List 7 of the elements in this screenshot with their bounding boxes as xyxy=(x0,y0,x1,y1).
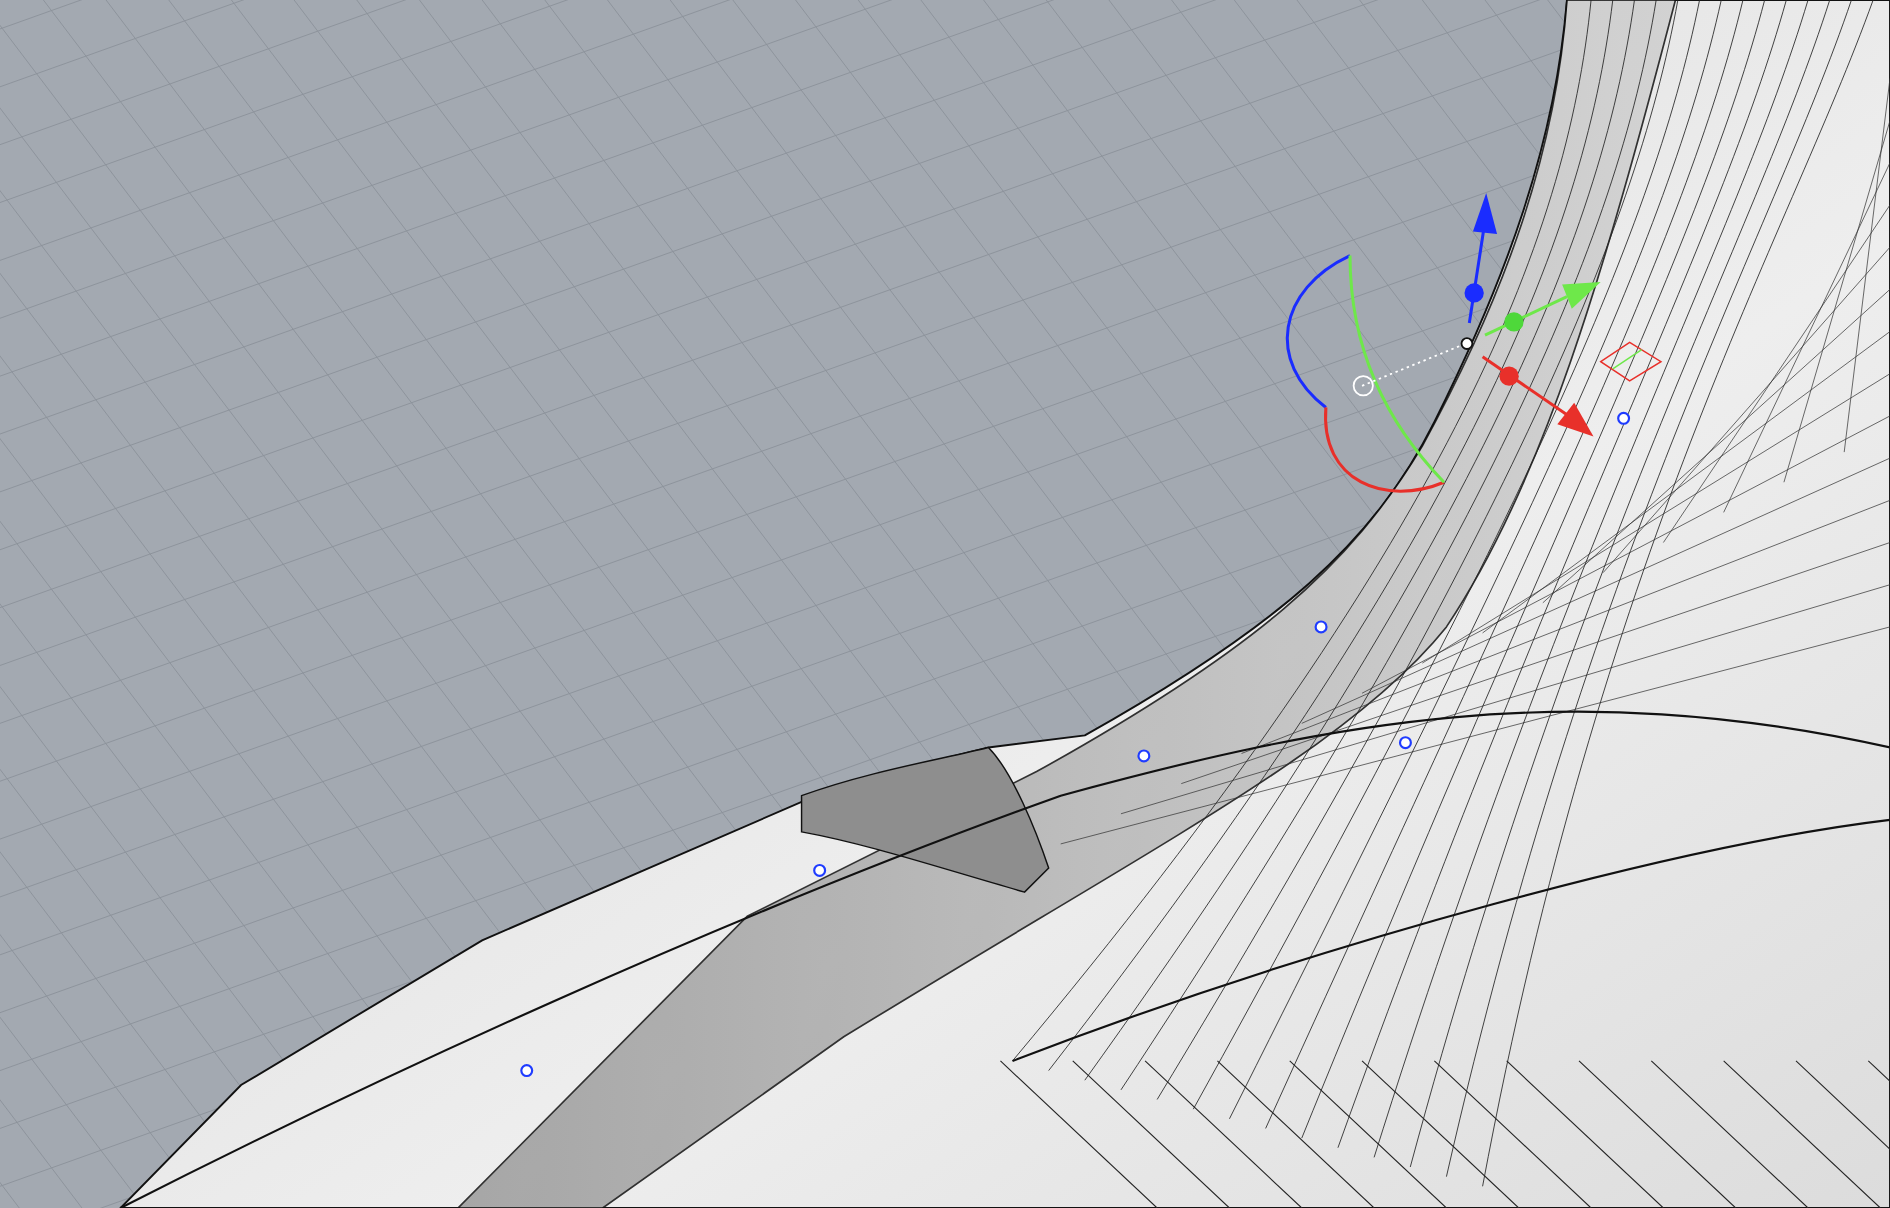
control-point[interactable] xyxy=(1617,411,1631,425)
control-point[interactable] xyxy=(1314,620,1328,634)
transform-gizmo-drawing[interactable] xyxy=(1285,192,1663,493)
control-point[interactable] xyxy=(813,863,827,877)
control-point[interactable] xyxy=(1137,749,1151,763)
control-point[interactable] xyxy=(520,1064,534,1078)
control-point[interactable] xyxy=(1398,736,1412,750)
